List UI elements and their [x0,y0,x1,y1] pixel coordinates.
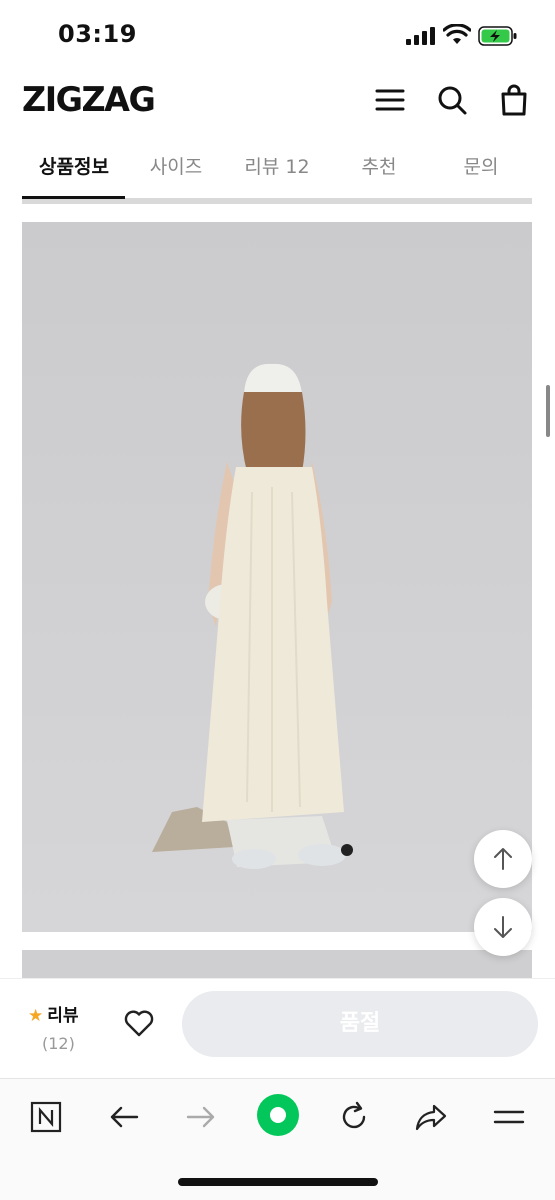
active-tab-indicator [22,196,125,199]
signal-icon [406,27,436,45]
wifi-icon [442,23,472,46]
scrollbar[interactable] [546,385,550,437]
back-arrow-icon[interactable] [104,1097,144,1137]
product-image [22,222,532,932]
search-icon[interactable] [436,84,468,116]
menu-icon[interactable] [374,84,406,116]
battery-charging-icon [478,26,518,46]
app-header: ZIGZAG [0,74,555,136]
reload-icon[interactable] [334,1097,374,1137]
purchase-bar: ★ 리뷰 (12) 품절 [0,978,555,1078]
review-label: 리뷰 [47,1006,79,1026]
arrow-down-icon [494,916,512,938]
home-indicator[interactable] [178,1178,378,1186]
arrow-up-icon [494,848,512,870]
status-time: 03:19 [58,20,137,48]
tab-reviews[interactable]: 리뷰 12 [227,152,327,179]
tab-size[interactable]: 사이즈 [126,152,226,179]
scroll-down-button[interactable] [474,898,532,956]
forward-arrow-icon[interactable] [181,1097,221,1137]
zigzag-logo[interactable]: ZIGZAG [22,80,156,120]
star-icon: ★ [28,1006,44,1026]
review-count: (12) [42,1034,75,1053]
status-bar: 03:19 [0,0,555,74]
shopping-bag-icon[interactable] [498,84,530,116]
menu-lines-icon[interactable] [489,1097,529,1137]
product-image-next [22,950,532,980]
green-dot-icon[interactable] [256,1093,300,1137]
review-summary[interactable]: ★ 리뷰 (12) [28,1001,98,1053]
tab-product-info[interactable]: 상품정보 [24,152,124,179]
tab-recommend[interactable]: 추천 [329,152,429,179]
naver-n-icon[interactable] [26,1097,66,1137]
share-icon[interactable] [411,1097,451,1137]
sold-out-button[interactable]: 품절 [182,991,538,1057]
tab-inquiry[interactable]: 문의 [431,152,531,179]
product-tabs: 상품정보 사이즈 리뷰 12 추천 문의 [0,136,555,204]
heart-icon[interactable] [124,1009,154,1037]
scroll-up-button[interactable] [474,830,532,888]
